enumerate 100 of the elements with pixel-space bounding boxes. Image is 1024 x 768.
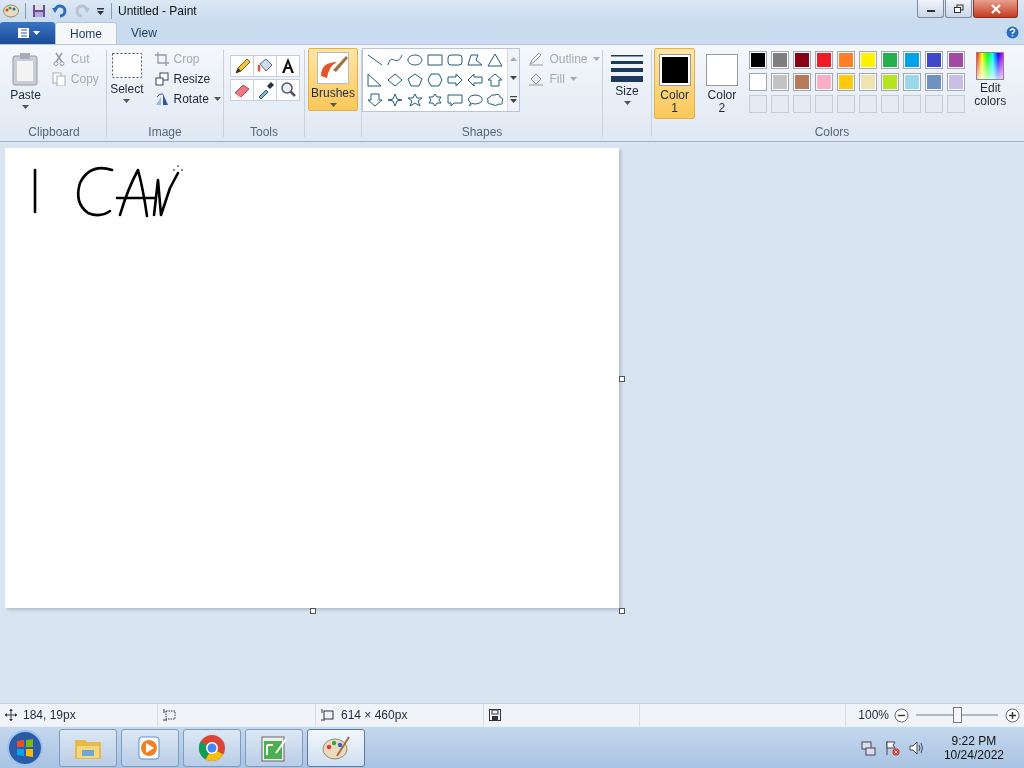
minimize-button[interactable] xyxy=(917,0,944,18)
zoom-in-button[interactable] xyxy=(1005,707,1020,723)
pencil-icon[interactable] xyxy=(230,55,254,77)
palette-color[interactable] xyxy=(792,51,811,69)
taskbar-media-button[interactable] xyxy=(121,728,179,767)
empty-color-well[interactable] xyxy=(946,95,965,113)
empty-color-well[interactable] xyxy=(836,95,855,113)
empty-color-well[interactable] xyxy=(902,95,921,113)
palette-color[interactable] xyxy=(902,51,921,69)
taskbar-explorer-button[interactable] xyxy=(59,728,117,767)
palette-color[interactable] xyxy=(946,73,965,91)
taskbar-paint-button[interactable] xyxy=(307,728,365,767)
paint-palette-icon[interactable] xyxy=(3,4,19,18)
shape-rrect-icon[interactable] xyxy=(446,53,465,67)
scroll-down-icon[interactable] xyxy=(510,76,518,81)
network-icon[interactable] xyxy=(859,739,876,756)
palette-color[interactable] xyxy=(770,73,789,91)
clock-time[interactable]: 9:22 PM xyxy=(951,733,997,748)
browser-icon xyxy=(197,732,227,763)
volume-icon[interactable] xyxy=(907,739,924,756)
shape-poly-icon[interactable] xyxy=(466,53,485,67)
color-slot-button[interactable]: Color 2 xyxy=(701,48,743,119)
ribbon-tab[interactable]: View xyxy=(117,22,171,44)
restore-icon xyxy=(952,3,965,14)
color-picker-icon[interactable] xyxy=(253,79,277,101)
zoom-out-button[interactable] xyxy=(894,707,909,723)
start-button[interactable] xyxy=(5,727,45,768)
shape-star5-icon[interactable] xyxy=(406,93,425,107)
text-tool-icon[interactable] xyxy=(276,55,300,77)
palette-color[interactable] xyxy=(902,73,921,91)
application-menu-button[interactable] xyxy=(0,22,55,44)
close-icon xyxy=(989,3,1002,14)
palette-color[interactable] xyxy=(858,51,877,69)
palette-color[interactable] xyxy=(836,73,855,91)
palette-color[interactable] xyxy=(880,51,899,69)
zoom-slider-thumb[interactable] xyxy=(953,707,962,723)
empty-color-well[interactable] xyxy=(792,95,811,113)
palette-color[interactable] xyxy=(770,51,789,69)
dropdown-caret-icon[interactable] xyxy=(96,7,105,15)
shape-callr-icon[interactable] xyxy=(446,93,465,107)
ribbon-tab[interactable]: Home xyxy=(55,22,117,44)
resize-icon xyxy=(154,72,169,86)
resize-handle[interactable] xyxy=(619,608,625,614)
canvas-size: 614 × 460px xyxy=(341,708,408,722)
size-button[interactable]: Size xyxy=(608,48,646,109)
resize-handle[interactable] xyxy=(310,608,316,614)
taskbar-chrome-button[interactable] xyxy=(183,728,241,767)
shape-larrow-icon[interactable] xyxy=(466,73,485,87)
selection-rectangle-icon xyxy=(110,52,143,80)
undo-icon[interactable] xyxy=(52,4,68,18)
resize-handle[interactable] xyxy=(619,376,625,382)
palette-color[interactable] xyxy=(946,51,965,69)
palette-color[interactable] xyxy=(880,73,899,91)
rotate-button[interactable]: Rotate xyxy=(152,90,223,108)
pen-icon xyxy=(528,52,545,66)
palette-color[interactable] xyxy=(858,73,877,91)
palette-color[interactable] xyxy=(814,73,833,91)
magnifier-icon[interactable] xyxy=(276,79,300,101)
clock-date[interactable]: 10/24/2022 xyxy=(943,747,1004,762)
palette-color[interactable] xyxy=(748,51,767,69)
empty-color-well[interactable] xyxy=(814,95,833,113)
palette-color[interactable] xyxy=(924,73,943,91)
empty-color-well[interactable] xyxy=(924,95,943,113)
brushes-button[interactable]: Brushes xyxy=(308,48,358,111)
shape-tri-icon[interactable] xyxy=(486,53,505,67)
shape-uarrow-icon[interactable] xyxy=(486,73,505,87)
shape-diamond-icon[interactable] xyxy=(386,73,405,87)
shape-callo-icon[interactable] xyxy=(466,93,485,107)
palette-color[interactable] xyxy=(814,51,833,69)
shape-cloud-icon[interactable] xyxy=(486,93,505,107)
paste-button[interactable]: Paste xyxy=(7,48,44,113)
resize-button[interactable]: Resize xyxy=(152,70,223,88)
empty-color-well[interactable] xyxy=(880,95,899,113)
expand-gallery-icon[interactable] xyxy=(510,96,518,104)
shape-rarrow-icon[interactable] xyxy=(446,73,465,87)
shape-line-icon[interactable] xyxy=(366,53,385,67)
empty-color-well[interactable] xyxy=(770,95,789,113)
restore-button[interactable] xyxy=(945,0,972,18)
empty-color-well[interactable] xyxy=(858,95,877,113)
taskbar-notepad-button[interactable] xyxy=(245,728,303,767)
shape-hex-icon[interactable] xyxy=(426,73,445,87)
palette-color[interactable] xyxy=(836,51,855,69)
action-center-flag-icon[interactable] xyxy=(883,739,900,756)
color-slot-button[interactable]: Color 1 xyxy=(654,48,696,119)
select-button[interactable]: Select xyxy=(107,48,147,107)
shape-star4-icon[interactable] xyxy=(386,93,405,107)
palette-color[interactable] xyxy=(792,73,811,91)
shape-pent-icon[interactable] xyxy=(406,73,425,87)
close-button[interactable] xyxy=(973,0,1018,18)
shape-curve-icon[interactable] xyxy=(386,53,405,67)
palette-color[interactable] xyxy=(748,73,767,91)
help-icon[interactable] xyxy=(1006,26,1019,39)
line-widths-icon xyxy=(611,52,643,82)
eraser-icon[interactable] xyxy=(230,79,254,101)
edit-colors-button[interactable]: Edit colors xyxy=(970,48,1010,112)
save-icon[interactable] xyxy=(32,4,46,18)
shape-star6-icon[interactable] xyxy=(426,93,445,107)
shape-darrow-icon[interactable] xyxy=(366,93,385,107)
palette-color[interactable] xyxy=(924,51,943,69)
empty-color-well[interactable] xyxy=(748,95,767,113)
